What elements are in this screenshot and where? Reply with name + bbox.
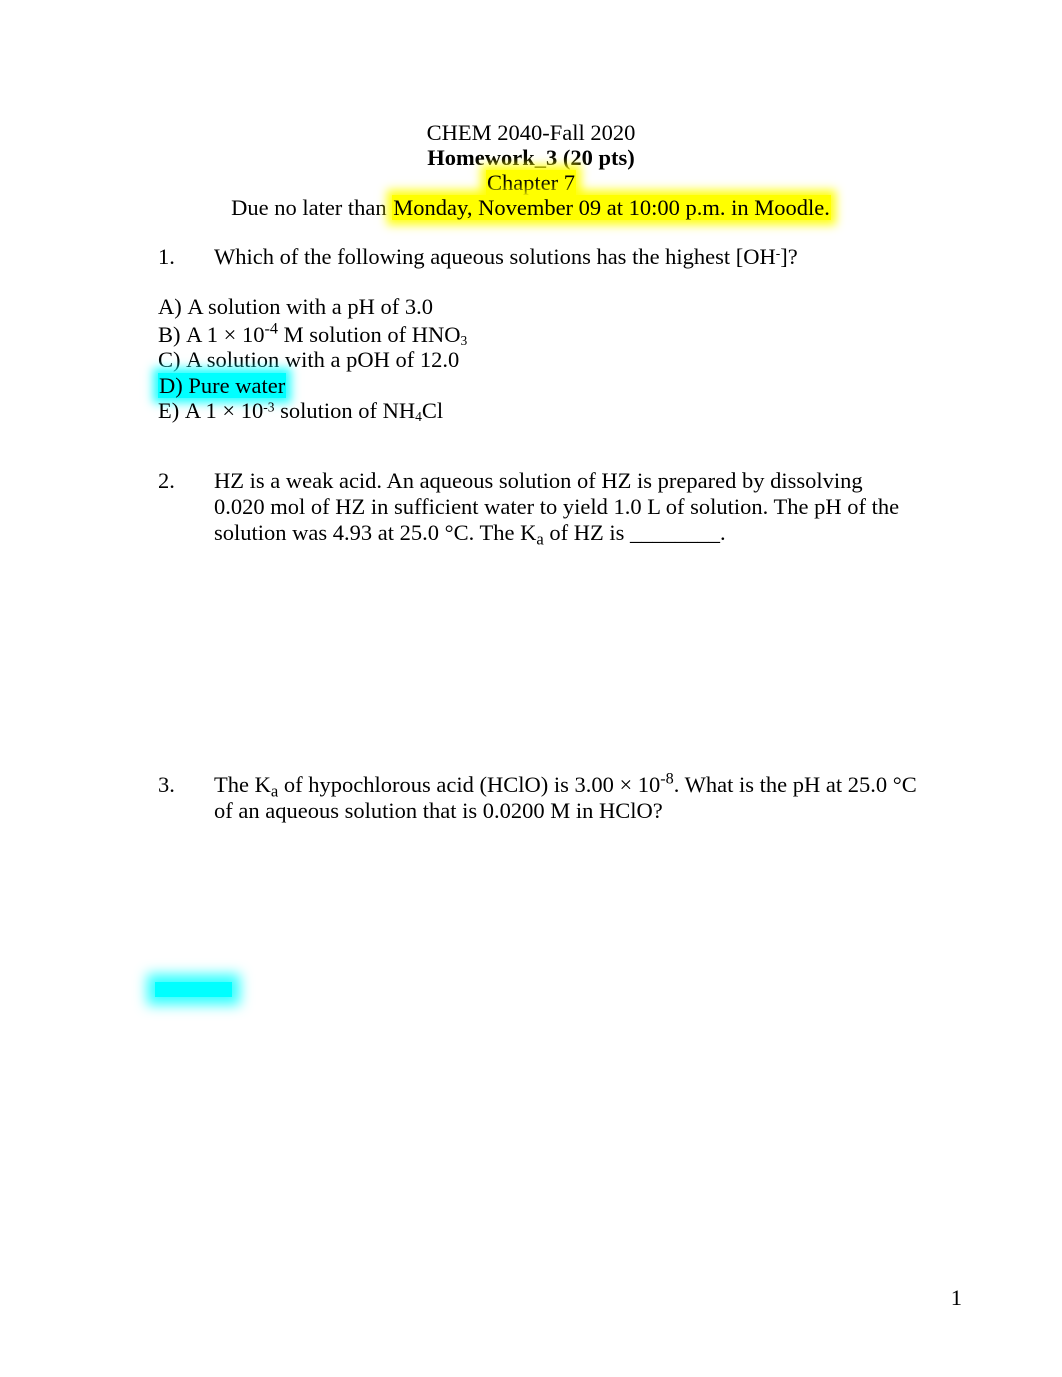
option-d[interactable]: D) Pure water bbox=[158, 372, 858, 399]
option-e-exponent: -3 bbox=[263, 399, 275, 415]
option-e-tail: Cl bbox=[421, 398, 444, 423]
chapter-title: Chapter 7 bbox=[0, 170, 1062, 195]
question-1-text-after: ]? bbox=[780, 244, 798, 269]
option-d-text: Pure water bbox=[188, 372, 286, 398]
option-e[interactable]: E) A 1 × 10-3 solution of NH4Cl bbox=[158, 398, 858, 424]
option-b-subscript: 3 bbox=[460, 332, 468, 348]
option-e-suffix: solution of NH bbox=[274, 398, 416, 423]
option-a[interactable]: A) A solution with a pH of 3.0 bbox=[158, 294, 858, 320]
option-e-subscript: 4 bbox=[415, 409, 422, 425]
stray-cyan-highlight-mark bbox=[155, 982, 232, 997]
question-1-number: 1. bbox=[158, 244, 175, 269]
question-1-text-before: Which of the following aqueous solutions… bbox=[214, 244, 776, 269]
chapter-title-highlight: Chapter 7 bbox=[485, 170, 577, 195]
question-2-number: 2. bbox=[158, 468, 175, 493]
option-b-exponent: -4 bbox=[264, 319, 278, 338]
document-page: CHEM 2040-Fall 2020 Homework_3 (20 pts) … bbox=[0, 0, 1062, 1377]
course-title: CHEM 2040-Fall 2020 bbox=[426, 120, 636, 145]
option-c-label: C) bbox=[158, 347, 181, 372]
question-2-subscript: a bbox=[536, 529, 544, 549]
question-3-part1: The K bbox=[214, 772, 271, 797]
due-date-prefix: Due no later than bbox=[231, 195, 393, 220]
question-3-text: The Ka of hypochlorous acid (HClO) is 3.… bbox=[214, 769, 918, 824]
option-b-label: B) bbox=[158, 321, 181, 347]
option-a-text: A solution with a pH of 3.0 bbox=[187, 294, 433, 319]
question-3-part2: of hypochlorous acid (HClO) is 3.00 × 10 bbox=[278, 772, 661, 797]
question-1: 1. Which of the following aqueous soluti… bbox=[158, 244, 958, 270]
due-date-highlight: Monday, November 09 at 10:00 p.m. in Moo… bbox=[392, 195, 831, 220]
question-2-text: HZ is a weak acid. An aqueous solution o… bbox=[214, 468, 918, 549]
due-date-line: Due no later than Monday, November 09 at… bbox=[0, 195, 1062, 220]
question-1-options: A) A solution with a pH of 3.0 B) A 1 × … bbox=[158, 294, 858, 424]
question-2: 2. HZ is a weak acid. An aqueous solutio… bbox=[158, 468, 918, 549]
question-2-part2: of HZ is ________. bbox=[543, 520, 726, 545]
question-3: 3. The Ka of hypochlorous acid (HClO) is… bbox=[158, 769, 918, 824]
option-b-suffix: M solution of HNO bbox=[277, 321, 461, 347]
option-c-text: A solution with a pOH of 12.0 bbox=[186, 347, 460, 372]
option-b[interactable]: B) A 1 × 10-4 M solution of HNO3 bbox=[158, 319, 858, 348]
option-d-highlight: D) Pure water bbox=[158, 372, 287, 398]
page-number: 1 bbox=[950, 1285, 962, 1310]
option-e-label: E) bbox=[158, 398, 180, 423]
question-3-exponent: -8 bbox=[660, 769, 674, 788]
option-c[interactable]: C) A solution with a pOH of 12.0 bbox=[158, 347, 858, 373]
question-3-number: 3. bbox=[158, 772, 175, 797]
option-d-label: D) bbox=[159, 372, 183, 398]
document-header: CHEM 2040-Fall 2020 Homework_3 (20 pts) … bbox=[0, 120, 1062, 220]
question-1-text: Which of the following aqueous solutions… bbox=[214, 244, 958, 270]
option-b-prefix: A 1 × 10 bbox=[186, 321, 265, 347]
assignment-title: Homework_3 (20 pts) bbox=[427, 145, 635, 170]
option-a-label: A) bbox=[158, 294, 182, 319]
option-e-prefix: A 1 × 10 bbox=[184, 398, 264, 423]
